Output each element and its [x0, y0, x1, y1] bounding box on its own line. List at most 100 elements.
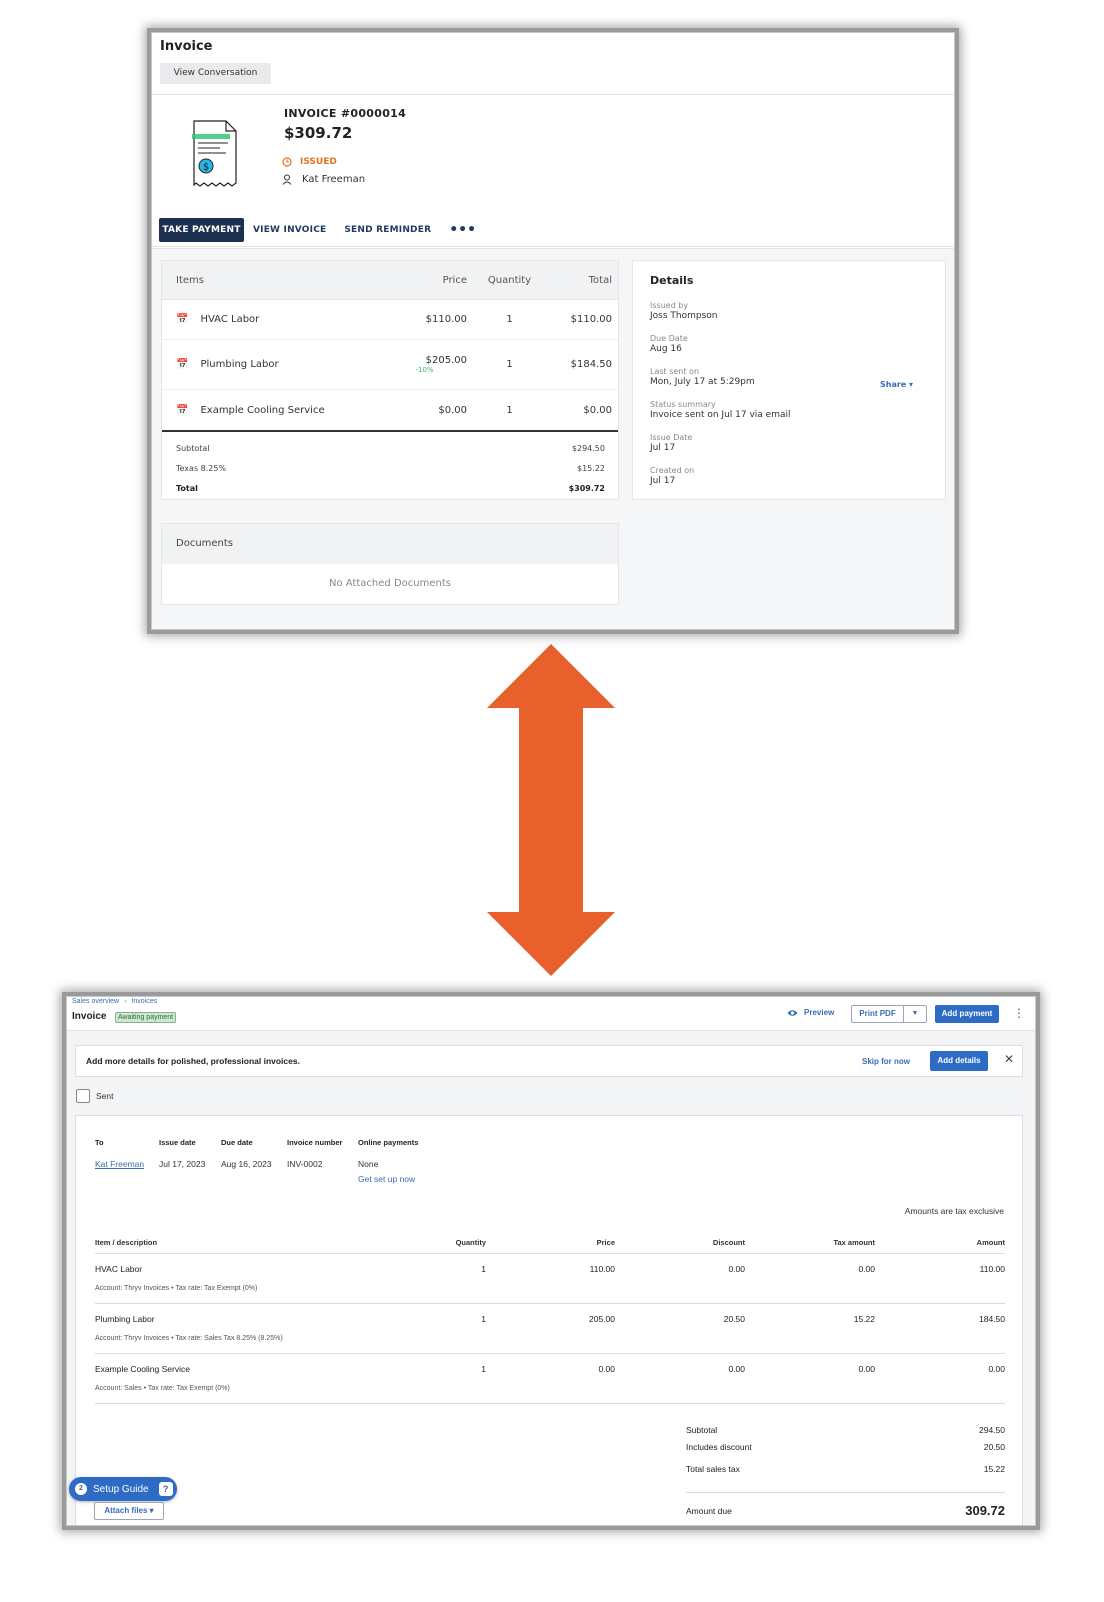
print-pdf-button[interactable]: Print PDF [852, 1006, 904, 1022]
documents-empty-state: No Attached Documents [329, 578, 451, 589]
total-value: 15.22 [983, 1464, 1005, 1474]
sent-checkbox[interactable] [76, 1089, 90, 1103]
details-panel: Details Issued by Joss Thompson Due Date A… [632, 260, 946, 500]
issue-date-value: Jul 17, 2023 [159, 1159, 206, 1169]
line-item-price: 205.00 [589, 1314, 615, 1324]
totals-divider [686, 1492, 1005, 1493]
more-options-icon[interactable]: ⋮ [1013, 1006, 1025, 1020]
breadcrumb-invoices[interactable]: Invoices [131, 998, 157, 1005]
item-quantity: 1 [506, 404, 513, 416]
total-label: Total sales tax [686, 1464, 740, 1474]
item-name: Example Cooling Service [200, 404, 325, 416]
detail-label: Last sent on [650, 367, 700, 376]
line-item-discount: 0.00 [728, 1364, 745, 1374]
line-item-quantity: 1 [481, 1314, 486, 1324]
more-actions-icon[interactable]: ••• [440, 218, 485, 242]
items-table-header: Items Price Quantity Total [162, 261, 618, 300]
summary-label: Subtotal [176, 443, 210, 453]
table-row[interactable]: Example Cooling Service Account: Sales •… [95, 1354, 1005, 1404]
status-badge: ISSUED [282, 157, 337, 167]
detail-due-date: Due Date Aug 16 [650, 334, 688, 354]
line-item-name: Example Cooling Service [95, 1364, 190, 1374]
add-details-button[interactable]: Add details [930, 1051, 988, 1071]
close-icon[interactable]: ✕ [1004, 1052, 1014, 1066]
summary-value: $15.22 [577, 463, 605, 473]
get-set-up-link[interactable]: Get set up now [358, 1174, 415, 1184]
double-arrow-icon [487, 644, 615, 976]
item-quantity: 1 [506, 314, 513, 325]
send-reminder-button[interactable]: SEND REMINDER [335, 218, 440, 242]
print-pdf-split-button[interactable]: Print PDF ▼ [851, 1005, 927, 1023]
item-price: $110.00 [425, 314, 467, 325]
table-row[interactable]: HVAC Labor Account: Thryv Invoices • Tax… [95, 1254, 1005, 1304]
breadcrumb-sales-overview[interactable]: Sales overview [72, 998, 119, 1005]
help-icon[interactable]: ? [158, 1482, 173, 1496]
item-discount: -10% [415, 366, 434, 374]
customer: Kat Freeman [282, 174, 365, 185]
line-item-tax: 0.00 [858, 1264, 875, 1274]
svg-text:$: $ [203, 162, 209, 173]
invoice-number: INVOICE #0000014 [284, 107, 407, 120]
items-summary: Subtotal $294.50 Texas 8.25% $15.22 Total $… [162, 430, 618, 498]
total-label: Subtotal [686, 1425, 718, 1435]
detail-value: Jul 17 [650, 476, 676, 486]
take-payment-button[interactable]: TAKE PAYMENT [159, 217, 244, 242]
summary-tax: Texas 8.25% $15.22 [162, 458, 618, 478]
to-label: To [95, 1138, 104, 1147]
item-name: HVAC Labor [200, 314, 260, 325]
line-item-name: Plumbing Labor [95, 1314, 155, 1324]
setup-count-badge: 2 [75, 1483, 87, 1495]
skip-for-now-button[interactable]: Skip for now [862, 1057, 910, 1066]
total-label: Includes discount [686, 1442, 752, 1452]
detail-value: Jul 17 [650, 443, 676, 453]
line-item-account: Account: Sales • Tax rate: Tax Exempt (0… [95, 1385, 230, 1392]
online-payments-label: Online payments [358, 1138, 419, 1147]
status-label: ISSUED [300, 157, 337, 167]
table-row[interactable]: 📅 Example Cooling Service $0.00 1 $0.00 [162, 390, 618, 430]
total-value: 294.50 [979, 1425, 1005, 1435]
item-total: $0.00 [583, 404, 612, 416]
due-date-value: Aug 16, 2023 [221, 1159, 272, 1169]
attach-files-button[interactable]: Attach files ▾ [94, 1502, 164, 1520]
amount-due-value: 309.72 [965, 1503, 1005, 1518]
table-row[interactable]: 📅 Plumbing Labor $205.00 -10% 1 $184.50 [162, 340, 618, 390]
col-tax-amount: Tax amount [833, 1238, 875, 1247]
summary-value: $294.50 [571, 443, 605, 453]
view-conversation-button[interactable]: View Conversation [160, 63, 271, 84]
col-quantity: Quantity [487, 274, 532, 286]
chevron-down-icon[interactable]: ▼ [904, 1006, 926, 1022]
col-item-description: Item / description [95, 1238, 158, 1247]
customer-link[interactable]: Kat Freeman [95, 1159, 144, 1169]
issue-date-label: Issue date [159, 1138, 196, 1147]
preview-button[interactable]: Preview [787, 1008, 834, 1017]
col-amount: Amount [976, 1238, 1005, 1247]
table-row[interactable]: Plumbing Labor Account: Thryv Invoices •… [95, 1304, 1005, 1354]
invoice-header: Invoice View Conversation [152, 33, 954, 95]
online-payments-value: None [358, 1159, 379, 1169]
new-invoice-screen: Sales overview › Invoices Invoice Awaiti… [66, 996, 1036, 1526]
line-item-quantity: 1 [481, 1364, 486, 1374]
item-total: $110.00 [570, 314, 612, 325]
line-item-amount: 184.50 [979, 1314, 1005, 1324]
page-title: Invoice [160, 39, 213, 54]
view-invoice-button[interactable]: VIEW INVOICE [244, 218, 335, 242]
invoice-document-icon: $ [192, 120, 237, 187]
banner-text: Add more details for polished, professio… [86, 1056, 300, 1066]
detail-label: Status summary [650, 400, 716, 409]
items-table: Items Price Quantity Total 📅 HVAC Labor $… [161, 260, 619, 500]
documents-panel: Documents No Attached Documents [161, 523, 619, 605]
total-subtotal: Subtotal 294.50 [686, 1425, 1005, 1435]
setup-guide-button[interactable]: 2 Setup Guide ? [69, 1477, 177, 1501]
col-total: Total [588, 274, 612, 286]
detail-value: Invoice sent on Jul 17 via email [650, 410, 791, 420]
table-row[interactable]: 📅 HVAC Labor $110.00 1 $110.00 [162, 300, 618, 340]
details-banner: Add more details for polished, professio… [75, 1045, 1023, 1077]
item-total: $184.50 [570, 359, 612, 370]
line-item-amount: 110.00 [979, 1264, 1005, 1274]
sent-checkbox-row[interactable]: Sent [76, 1089, 114, 1103]
calendar-icon: 📅 [176, 404, 189, 416]
share-dropdown[interactable]: Share ▾ [880, 380, 913, 389]
total-discount: Includes discount 20.50 [686, 1442, 1005, 1452]
col-price: Price [442, 274, 467, 286]
add-payment-button[interactable]: Add payment [935, 1005, 999, 1023]
